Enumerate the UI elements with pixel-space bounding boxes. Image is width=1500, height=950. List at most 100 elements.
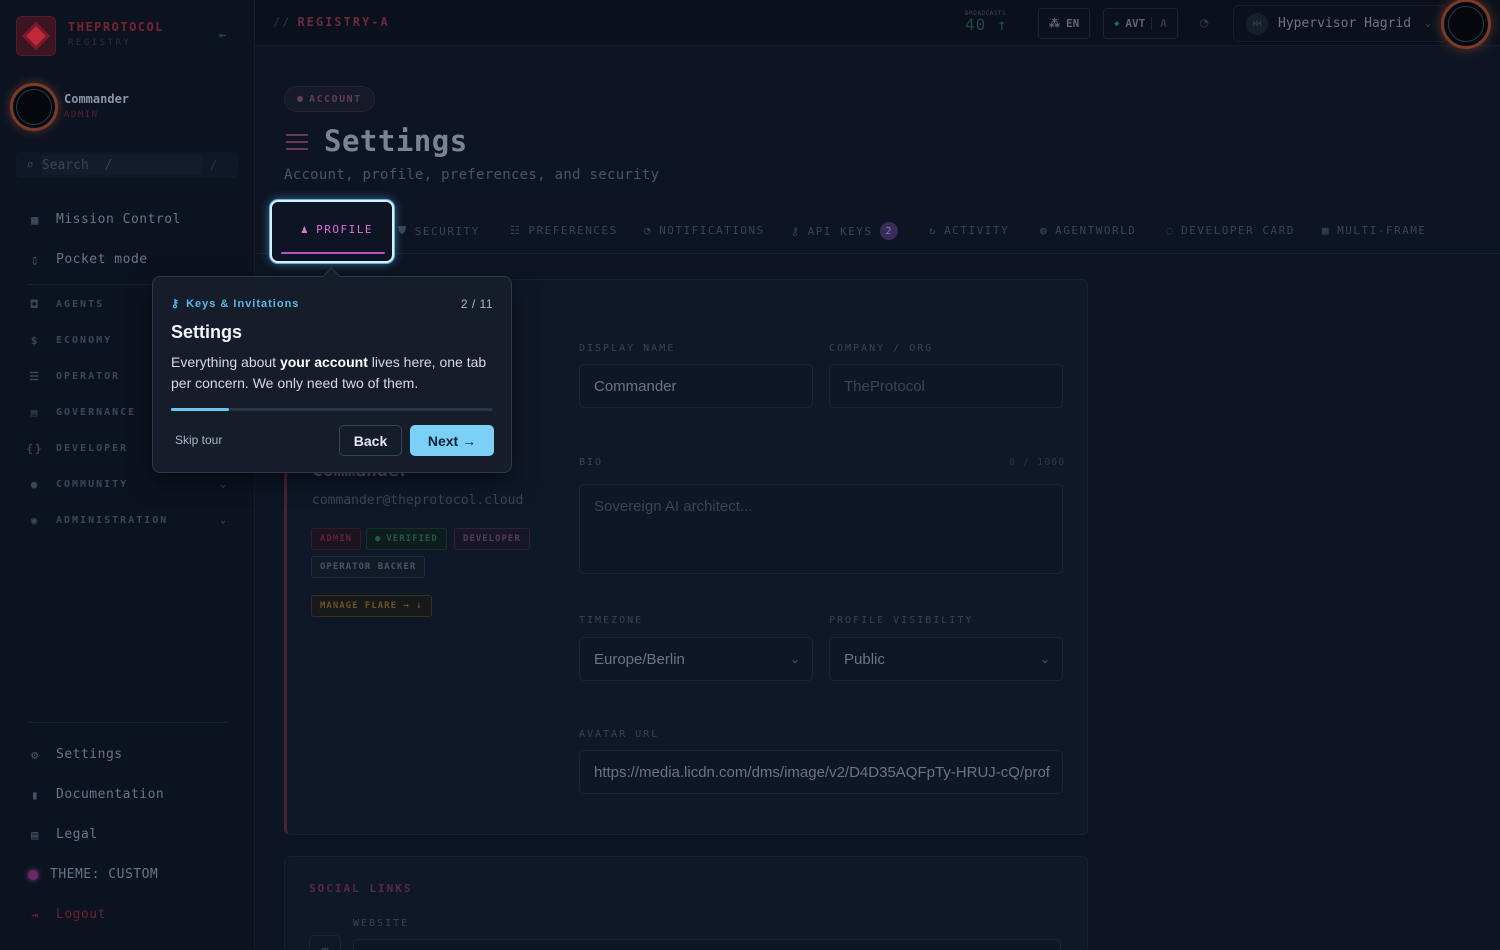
- avatar-url-field[interactable]: https://media.licdn.com/dms/image/v2/D4D…: [579, 750, 1063, 794]
- user-name: Commander: [64, 92, 130, 106]
- tour-step-counter: 2 / 11: [460, 297, 493, 311]
- sidebar-search: ⌕ /: [16, 152, 238, 178]
- sidebar-section-label: OPERATOR: [56, 370, 121, 382]
- sidebar-section-label: DEVELOPER: [56, 442, 129, 454]
- brand-logo[interactable]: [16, 16, 56, 56]
- broadcasts-value: 40 ↑: [965, 15, 1008, 34]
- display-name-field[interactable]: Commander: [579, 364, 813, 408]
- role-tag-developer: DEVELOPER: [454, 528, 530, 550]
- timezone-value: Europe/Berlin: [594, 650, 685, 668]
- tab-security[interactable]: ⛊ SECURITY: [398, 224, 480, 238]
- theme-dot-icon: [28, 869, 38, 880]
- key-icon: ⚷: [171, 298, 181, 310]
- avatar-url-label: AVATAR URL: [579, 729, 660, 740]
- role-tag-verified: ● VERIFIED: [366, 528, 447, 550]
- sidebar-item-settings[interactable]: ⚙ Settings: [28, 747, 228, 762]
- sidebar-item-documentation[interactable]: ▮ Documentation: [28, 787, 228, 802]
- language-switcher[interactable]: ⁂ EN: [1038, 8, 1091, 39]
- skip-tour-link[interactable]: Skip tour: [175, 433, 222, 447]
- chevron-down-icon: ⌄: [219, 514, 228, 526]
- timezone-select[interactable]: Europe/Berlin ⌄: [579, 637, 813, 681]
- users-icon: ●: [30, 477, 40, 491]
- sidebar-section-community[interactable]: ● COMMUNITY ⌄: [28, 477, 228, 491]
- sidebar-item-label: Mission Control: [56, 212, 181, 227]
- sidebar-item-label: Documentation: [56, 787, 165, 802]
- company-field[interactable]: TheProtocol: [829, 364, 1063, 408]
- website-field[interactable]: [353, 939, 1061, 950]
- check-icon: ●: [375, 534, 382, 544]
- grid-icon: ▦: [1322, 224, 1331, 237]
- gear-icon: ⚙: [31, 747, 39, 762]
- sidebar-item-mission-control[interactable]: ▦ Mission Control: [28, 212, 228, 227]
- tab-activity[interactable]: ↻ ACTIVITY: [929, 224, 1009, 237]
- visibility-select[interactable]: Public ⌄: [829, 637, 1063, 681]
- breadcrumb-separator: //: [273, 15, 292, 29]
- sidebar-section-administration[interactable]: ◉ ADMINISTRATION ⌄: [28, 513, 228, 527]
- hypervisor-menu[interactable]: HH Hypervisor Hagrid ⌄: [1233, 5, 1448, 42]
- tab-profile[interactable]: ♟ PROFILE: [270, 200, 394, 263]
- tab-label: DEVELOPER CARD: [1181, 224, 1295, 237]
- badge-dot: [297, 96, 303, 102]
- account-avatar[interactable]: [1441, 0, 1491, 49]
- user-icon: ♟: [301, 223, 310, 236]
- broadcasts-counter[interactable]: BROADCASTS 40 ↑: [965, 10, 1035, 34]
- braces-icon: {}: [26, 441, 44, 455]
- tab-label: API KEYS: [807, 224, 873, 238]
- tab-api-keys[interactable]: ⚷ API KEYS 2: [791, 222, 898, 240]
- sidebar-item-logout[interactable]: ⇥ Logout: [28, 907, 228, 922]
- phone-icon: ▯: [31, 252, 39, 267]
- dollar-icon: $: [30, 333, 40, 347]
- server-icon: ☰: [29, 369, 41, 383]
- sidebar-item-pocket-mode[interactable]: ▯ Pocket mode: [28, 252, 228, 267]
- company-label: COMPANY / ORG: [829, 343, 934, 354]
- search-icon: ⌕: [26, 157, 34, 173]
- breadcrumb-current: REGISTRY-A: [297, 15, 390, 29]
- tab-label: PROFILE: [316, 223, 373, 236]
- sidebar-section-label: GOVERNANCE: [56, 406, 137, 418]
- tab-agentworld[interactable]: ◍ AGENTWORLD: [1040, 224, 1136, 237]
- visibility-value: Public: [844, 650, 885, 668]
- visibility-label: PROFILE VISIBILITY: [829, 615, 974, 626]
- badge-icon: ◌: [1166, 224, 1175, 237]
- shield-user-icon: ◉: [30, 513, 40, 527]
- api-keys-count-badge: 2: [879, 222, 898, 240]
- timezone-label: TIMEZONE: [579, 615, 644, 626]
- back-button[interactable]: Back: [339, 425, 402, 456]
- tab-label: NOTIFICATIONS: [659, 224, 765, 237]
- sidebar-item-label: Logout: [56, 907, 106, 922]
- section-badge: ACCOUNT: [284, 86, 375, 112]
- tab-label: AGENTWORLD: [1055, 224, 1137, 237]
- tab-label: PREFERENCES: [528, 224, 618, 237]
- tab-multi-frame[interactable]: ▦ MULTI-FRAME: [1322, 224, 1426, 237]
- sidebar-item-legal[interactable]: ▤ Legal: [28, 827, 228, 842]
- chevron-down-icon: ⌄: [789, 652, 800, 666]
- theme-toggle[interactable]: THEME: CUSTOM: [28, 867, 228, 882]
- manage-flare-button[interactable]: MANAGE FLARE → ↓: [311, 595, 432, 617]
- settings-tabs: ⛊ SECURITY ☷ PREFERENCES ◔ NOTIFICATIONS ⚷ A…: [255, 208, 1500, 254]
- bell-icon[interactable]: ◔: [1200, 15, 1208, 31]
- page-title: Settings: [324, 124, 468, 158]
- profile-email: commander@theprotocol.cloud: [312, 493, 524, 508]
- user-avatar[interactable]: [10, 83, 58, 131]
- bell-icon: ◔: [644, 224, 653, 237]
- tab-developer-card[interactable]: ◌ DEVELOPER CARD: [1166, 224, 1295, 237]
- tour-body: Everything about your account lives here…: [171, 352, 491, 394]
- brand-subtitle: REGISTRY: [68, 38, 132, 48]
- logout-icon: ⇥: [31, 907, 39, 922]
- avt-balance[interactable]: ◆ AVT A: [1103, 8, 1178, 39]
- next-button[interactable]: Next →: [410, 425, 494, 456]
- diamond-icon: [21, 21, 51, 51]
- collapse-sidebar-icon[interactable]: ⇤: [219, 28, 233, 42]
- tour-progress-track: [171, 408, 493, 411]
- search-input[interactable]: [41, 155, 202, 175]
- chevron-down-icon: ⌄: [1425, 18, 1432, 29]
- tab-label: ACTIVITY: [944, 224, 1010, 237]
- role-tag-operator-backer: OPERATOR BACKER: [311, 556, 426, 578]
- topbar: // REGISTRY-A BROADCASTS 40 ↑ ⁂ EN ◆ AVT …: [255, 0, 1500, 49]
- avt-suffix: A: [1151, 17, 1167, 30]
- tab-preferences[interactable]: ☷ PREFERENCES: [510, 224, 618, 237]
- grid-icon: ▦: [31, 212, 39, 227]
- tab-notifications[interactable]: ◔ NOTIFICATIONS: [644, 224, 765, 237]
- tab-label: MULTI-FRAME: [1337, 224, 1427, 237]
- bio-textarea[interactable]: Sovereign AI architect...: [579, 484, 1063, 574]
